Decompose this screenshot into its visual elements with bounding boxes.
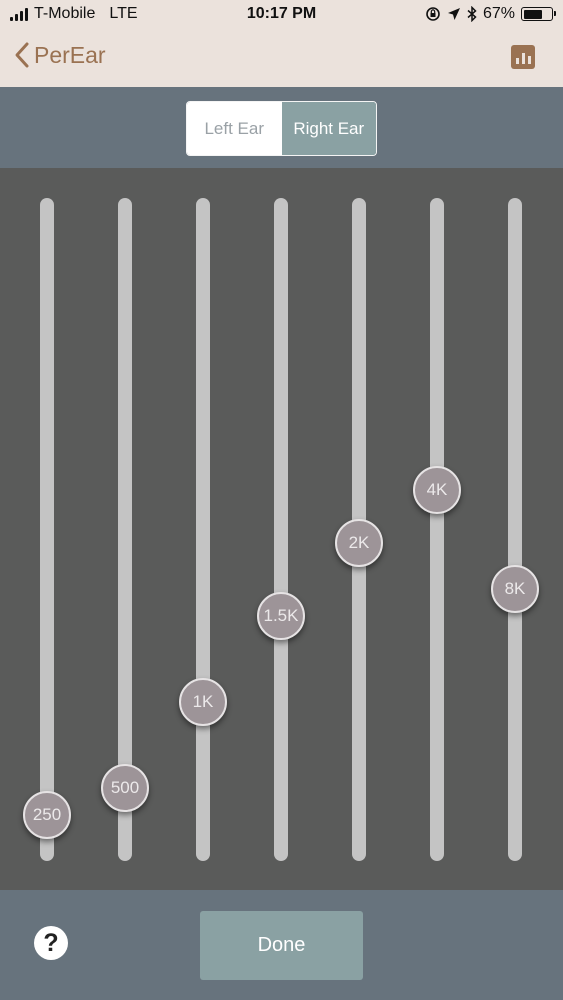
eq-slider-knob[interactable]: 500 (101, 764, 149, 813)
chart-button[interactable] (511, 45, 535, 69)
battery-icon (521, 7, 556, 21)
ear-segmented-control: Left Ear Right Ear (186, 101, 377, 156)
help-button[interactable]: ? (34, 926, 68, 960)
battery-fill (523, 9, 542, 19)
bottom-bar: ? Done (0, 890, 563, 1000)
eq-band-label: 250 (32, 804, 62, 824)
eq-slider-knob[interactable]: 2K (335, 518, 383, 567)
eq-slider-track[interactable] (196, 198, 210, 861)
eq-slider-knob[interactable]: 8K (491, 565, 539, 614)
eq-band-label: 4K (426, 479, 448, 499)
eq-band-label: 1K (192, 691, 214, 711)
eq-band-label: 8K (504, 579, 526, 599)
eq-slider-track[interactable] (508, 198, 522, 861)
help-icon: ? (43, 928, 59, 957)
eq-slider-knob[interactable]: 1.5K (257, 591, 305, 640)
rotation-lock-icon (426, 7, 440, 21)
eq-band-label: 2K (348, 532, 370, 552)
nav-bar: PerEar (0, 30, 563, 87)
bar-chart-icon (515, 53, 531, 64)
eq-slider-knob[interactable]: 1K (179, 677, 227, 726)
eq-slider-track[interactable] (118, 198, 132, 861)
tab-left-ear[interactable]: Left Ear (187, 102, 282, 155)
bluetooth-icon (467, 6, 477, 22)
location-icon (447, 8, 460, 20)
equalizer-area: 250 500 1K 1.5K 2K 4K 8K (0, 168, 563, 890)
eq-slider-track[interactable] (40, 198, 54, 861)
battery-percent: 67% (482, 5, 515, 22)
back-button[interactable]: PerEar (14, 41, 106, 69)
eq-slider-track[interactable] (430, 198, 444, 861)
status-right: 67% (425, 5, 556, 23)
done-button[interactable]: Done (200, 911, 363, 980)
chevron-left-icon (15, 42, 29, 68)
eq-band-label: 1.5K (263, 605, 299, 625)
status-bar: T-Mobile LTE 10:17 PM 67% (0, 0, 563, 30)
eq-band-label: 500 (110, 778, 140, 798)
tab-right-ear[interactable]: Right Ear (281, 102, 376, 155)
back-label: PerEar (34, 41, 106, 68)
eq-slider-knob[interactable]: 4K (413, 465, 461, 514)
eq-slider-knob[interactable]: 250 (23, 790, 71, 839)
eq-slider-track[interactable] (274, 198, 288, 861)
segment-area: Left Ear Right Ear (0, 87, 563, 168)
